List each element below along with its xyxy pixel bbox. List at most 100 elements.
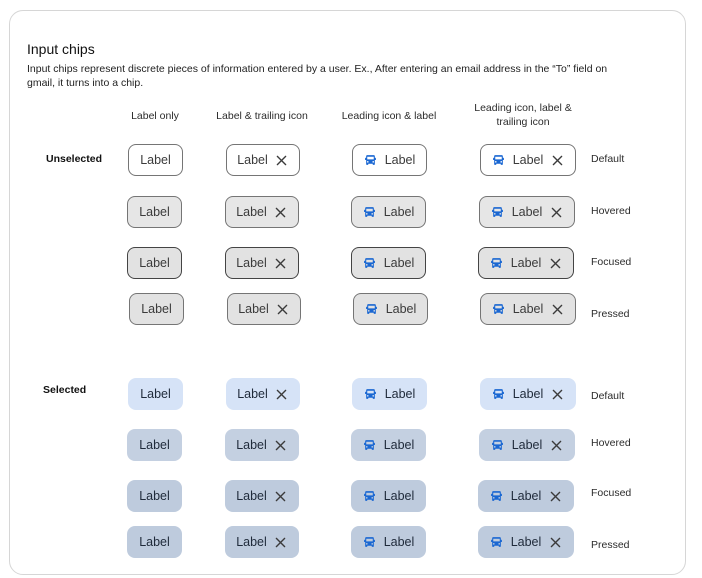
- state-label-unselected-focused: Focused: [591, 256, 632, 268]
- close-icon[interactable]: [548, 489, 562, 503]
- chip-unselected-hovered-label-only[interactable]: Label: [127, 196, 182, 228]
- chip-label: Label: [139, 489, 170, 503]
- chip-unselected-focused-label-trailing[interactable]: Label: [225, 247, 299, 279]
- chip-label: Label: [140, 153, 171, 167]
- state-label-selected-pressed: Pressed: [591, 539, 630, 551]
- chip-label: Label: [236, 438, 267, 452]
- chip-unselected-pressed-label-only[interactable]: Label: [129, 293, 184, 325]
- chip-label: Label: [139, 205, 170, 219]
- chip-label: Label: [237, 153, 268, 167]
- close-icon[interactable]: [274, 205, 288, 219]
- chip-label: Label: [510, 256, 542, 270]
- car-icon: [364, 387, 378, 401]
- chip-label: Label: [139, 256, 170, 270]
- chip-unselected-focused-leading-label[interactable]: Label: [351, 247, 426, 279]
- car-icon: [491, 438, 505, 452]
- chip-unselected-default-leading-label-trailing[interactable]: Label: [480, 144, 576, 176]
- car-icon: [365, 302, 379, 316]
- close-icon[interactable]: [274, 256, 288, 270]
- chips-spec-card: [9, 10, 686, 575]
- chip-unselected-hovered-leading-label[interactable]: Label: [351, 196, 426, 228]
- chip-label: Label: [139, 535, 170, 549]
- car-icon: [364, 153, 378, 167]
- close-icon[interactable]: [549, 438, 563, 452]
- state-label-unselected-pressed: Pressed: [591, 308, 630, 320]
- chip-unselected-default-label-only[interactable]: Label: [128, 144, 183, 176]
- car-icon: [492, 153, 506, 167]
- chip-unselected-hovered-leading-label-trailing[interactable]: Label: [479, 196, 575, 228]
- state-label-unselected-hovered: Hovered: [591, 205, 631, 217]
- chip-label: Label: [236, 256, 267, 270]
- car-icon: [363, 489, 377, 503]
- chip-selected-default-leading-label-trailing[interactable]: Label: [480, 378, 576, 410]
- car-icon: [490, 535, 504, 549]
- car-icon: [492, 302, 506, 316]
- car-icon: [363, 256, 377, 270]
- chip-selected-default-label-only[interactable]: Label: [128, 378, 183, 410]
- close-icon[interactable]: [549, 205, 563, 219]
- state-label-selected-hovered: Hovered: [591, 437, 631, 449]
- chip-selected-hovered-leading-label[interactable]: Label: [351, 429, 426, 461]
- chip-label: Label: [141, 302, 172, 316]
- chip-selected-pressed-leading-label[interactable]: Label: [351, 526, 426, 558]
- chip-selected-focused-label-only[interactable]: Label: [127, 480, 182, 512]
- chip-label: Label: [512, 387, 544, 401]
- car-icon: [363, 535, 377, 549]
- chip-selected-pressed-leading-label-trailing[interactable]: Label: [478, 526, 574, 558]
- chip-label: Label: [139, 438, 170, 452]
- close-icon[interactable]: [274, 489, 288, 503]
- close-icon[interactable]: [550, 302, 564, 316]
- car-icon: [363, 438, 377, 452]
- close-icon[interactable]: [274, 535, 288, 549]
- close-icon[interactable]: [275, 153, 289, 167]
- chip-selected-focused-leading-label[interactable]: Label: [351, 480, 426, 512]
- close-icon[interactable]: [550, 387, 564, 401]
- chip-selected-focused-leading-label-trailing[interactable]: Label: [478, 480, 574, 512]
- section-label-selected: Selected: [43, 384, 87, 396]
- chip-unselected-default-leading-label[interactable]: Label: [352, 144, 427, 176]
- chip-unselected-focused-label-only[interactable]: Label: [127, 247, 182, 279]
- chip-selected-default-label-trailing[interactable]: Label: [226, 378, 300, 410]
- chip-selected-default-leading-label[interactable]: Label: [352, 378, 427, 410]
- car-icon: [492, 387, 506, 401]
- chip-selected-pressed-label-only[interactable]: Label: [127, 526, 182, 558]
- chip-selected-focused-label-trailing[interactable]: Label: [225, 480, 299, 512]
- page-description: Input chips represent discrete pieces of…: [27, 63, 608, 89]
- chip-label: Label: [140, 387, 171, 401]
- close-icon[interactable]: [548, 256, 562, 270]
- chip-selected-hovered-leading-label-trailing[interactable]: Label: [479, 429, 575, 461]
- close-icon[interactable]: [550, 153, 564, 167]
- car-icon: [490, 489, 504, 503]
- close-icon[interactable]: [274, 438, 288, 452]
- close-icon[interactable]: [275, 387, 289, 401]
- chip-unselected-default-label-trailing[interactable]: Label: [226, 144, 300, 176]
- chip-unselected-hovered-label-trailing[interactable]: Label: [225, 196, 299, 228]
- chip-selected-hovered-label-trailing[interactable]: Label: [225, 429, 299, 461]
- chip-label: Label: [512, 302, 544, 316]
- chip-selected-hovered-label-only[interactable]: Label: [127, 429, 182, 461]
- chip-label: Label: [383, 205, 415, 219]
- close-icon[interactable]: [276, 302, 290, 316]
- column-header-label-only: Label only: [131, 110, 179, 122]
- chip-label: Label: [511, 205, 543, 219]
- page-title: Input chips: [27, 41, 95, 57]
- chip-label: Label: [383, 489, 415, 503]
- chip-label: Label: [512, 153, 544, 167]
- state-label-unselected-default: Default: [591, 153, 625, 165]
- chip-label: Label: [383, 256, 415, 270]
- chip-label: Label: [236, 489, 267, 503]
- chip-unselected-pressed-label-trailing[interactable]: Label: [227, 293, 301, 325]
- chip-label: Label: [510, 535, 542, 549]
- chip-label: Label: [236, 535, 267, 549]
- close-icon[interactable]: [548, 535, 562, 549]
- car-icon: [363, 205, 377, 219]
- chip-label: Label: [236, 205, 267, 219]
- car-icon: [490, 256, 504, 270]
- chip-label: Label: [384, 387, 416, 401]
- column-header-label-trailing: Label & trailing icon: [216, 110, 308, 122]
- chip-unselected-pressed-leading-label[interactable]: Label: [353, 293, 428, 325]
- chip-selected-pressed-label-trailing[interactable]: Label: [225, 526, 299, 558]
- chip-unselected-pressed-leading-label-trailing[interactable]: Label: [480, 293, 576, 325]
- chip-unselected-focused-leading-label-trailing[interactable]: Label: [478, 247, 574, 279]
- chip-label: Label: [384, 153, 416, 167]
